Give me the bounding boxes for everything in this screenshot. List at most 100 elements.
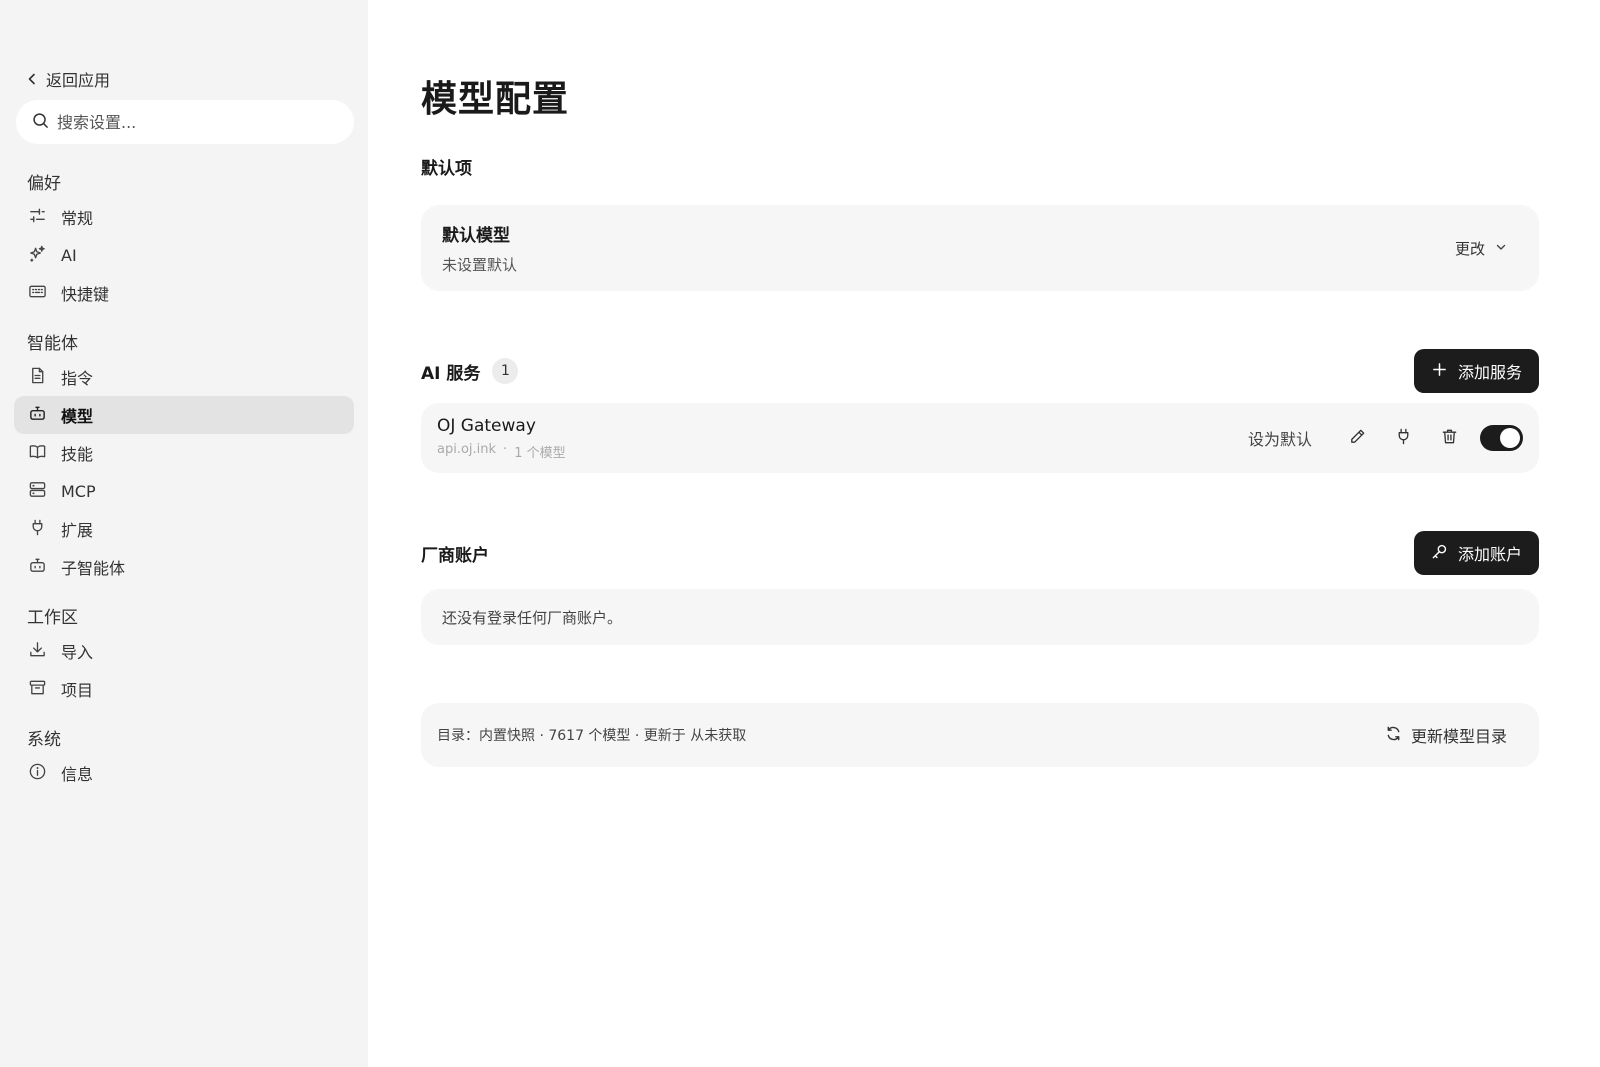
page-title: 模型配置	[421, 79, 570, 120]
set-default-button[interactable]: 设为默认	[1248, 426, 1312, 450]
group-title: 偏好	[27, 173, 61, 194]
group-title: 系统	[27, 729, 61, 750]
sidebar-item-label: AI	[61, 245, 77, 265]
services-header: AI 服务 1 添加服务	[421, 349, 1539, 393]
refresh-icon	[1385, 725, 1402, 746]
sidebar-item-mcp[interactable]: MCP	[14, 472, 354, 510]
vendor-empty-card: 还没有登录任何厂商账户。	[421, 589, 1539, 645]
sliders-icon	[28, 206, 47, 229]
default-model-value: 未设置默认	[442, 256, 518, 274]
vendors-section-title: 厂商账户	[421, 541, 489, 566]
sidebar-item-ai[interactable]: AI	[14, 236, 354, 274]
sidebar-item-label: 扩展	[61, 521, 94, 540]
nav-group-preferences: 偏好 常规 AI 快捷键	[14, 164, 354, 312]
section-title-text: AI 服务	[421, 363, 481, 384]
app-root: 返回应用 偏好 常规 AI	[0, 0, 1600, 1067]
sidebar-item-label: 快捷键	[61, 285, 110, 304]
back-to-app-link[interactable]: 返回应用	[14, 64, 354, 94]
server-icon	[28, 480, 47, 503]
sidebar-item-label: 模型	[61, 407, 94, 426]
sidebar-item-shortcuts[interactable]: 快捷键	[14, 274, 354, 312]
group-title: 智能体	[27, 333, 78, 354]
sidebar: 返回应用 偏好 常规 AI	[0, 0, 368, 1067]
nav-group-workspace: 工作区 导入 项目	[14, 598, 354, 708]
sparkles-icon	[28, 244, 47, 267]
catalog-card: 目录：内置快照 · 7617 个模型 · 更新于 从未获取 更新模型目录	[421, 703, 1539, 767]
plus-icon	[1431, 361, 1448, 382]
services-count-badge: 1	[492, 358, 519, 384]
service-info: OJ Gateway api.oj.ink · 1 个模型	[437, 416, 566, 461]
back-label: 返回应用	[46, 71, 111, 90]
sidebar-item-skills[interactable]: 技能	[14, 434, 354, 472]
plug-icon	[28, 518, 47, 541]
pencil-icon	[1348, 427, 1367, 450]
sidebar-item-models[interactable]: 模型	[14, 396, 354, 434]
vendors-header: 厂商账户 添加账户	[421, 531, 1539, 575]
toggle-knob	[1500, 428, 1520, 448]
catalog-status-text: 目录：内置快照 · 7617 个模型 · 更新于 从未获取	[437, 728, 747, 744]
defaults-section-title: 默认项	[421, 154, 1600, 179]
edit-service-button[interactable]	[1334, 419, 1380, 457]
section-title-text: 默认项	[421, 159, 472, 179]
search-input[interactable]	[57, 112, 338, 132]
default-model-label: 默认模型	[442, 226, 510, 246]
service-name: OJ Gateway	[437, 415, 536, 436]
sidebar-item-label: MCP	[61, 481, 96, 501]
add-service-button[interactable]: 添加服务	[1413, 349, 1539, 393]
nav-group-system: 系统 信息	[14, 720, 354, 792]
change-label: 更改	[1454, 239, 1485, 258]
sidebar-item-instructions[interactable]: 指令	[14, 358, 354, 396]
info-icon	[28, 762, 47, 785]
keyboard-icon	[28, 282, 47, 305]
sidebar-item-label: 子智能体	[61, 559, 126, 578]
service-host: api.oj.ink	[437, 441, 497, 457]
search-icon	[32, 112, 49, 133]
refresh-catalog-label: 更新模型目录	[1410, 727, 1507, 746]
refresh-catalog-button[interactable]: 更新模型目录	[1385, 723, 1507, 747]
chevron-down-icon	[1495, 239, 1507, 257]
sidebar-item-label: 导入	[61, 643, 94, 662]
service-row: OJ Gateway api.oj.ink · 1 个模型 设为默认	[421, 403, 1539, 473]
service-meta: api.oj.ink · 1 个模型	[437, 442, 566, 461]
meta-separator: ·	[503, 441, 508, 457]
vendor-empty-text: 还没有登录任何厂商账户。	[442, 608, 623, 627]
service-enabled-toggle[interactable]	[1480, 425, 1523, 451]
document-icon	[28, 366, 47, 389]
bot-icon	[28, 556, 47, 579]
plug-icon	[1394, 427, 1413, 450]
chevron-left-icon	[26, 70, 38, 89]
delete-service-button[interactable]	[1426, 419, 1472, 457]
sidebar-item-label: 技能	[61, 445, 94, 464]
key-icon	[1431, 543, 1448, 564]
add-service-label: 添加服务	[1457, 363, 1522, 382]
sidebar-item-extensions[interactable]: 扩展	[14, 510, 354, 548]
test-connection-button[interactable]	[1380, 419, 1426, 457]
sidebar-item-subagents[interactable]: 子智能体	[14, 548, 354, 586]
service-actions: 设为默认	[1248, 419, 1523, 457]
change-default-button[interactable]: 更改	[1455, 238, 1507, 259]
sidebar-item-import[interactable]: 导入	[14, 632, 354, 670]
bot-icon	[28, 404, 47, 427]
nav-group-agents: 智能体 指令 模型 技能 MCP 扩展 子智能体	[14, 324, 354, 586]
download-icon	[28, 640, 47, 663]
services-section-title: AI 服务 1	[421, 358, 519, 384]
book-icon	[28, 442, 47, 465]
archive-icon	[28, 678, 47, 701]
default-model-info: 默认模型 未设置默认	[442, 221, 517, 275]
sidebar-item-label: 信息	[61, 765, 94, 784]
sidebar-item-general[interactable]: 常规	[14, 198, 354, 236]
trash-icon	[1440, 427, 1459, 450]
sidebar-item-label: 指令	[61, 369, 94, 388]
search-box[interactable]	[16, 100, 354, 144]
group-title: 工作区	[27, 607, 78, 628]
sidebar-item-label: 项目	[61, 681, 94, 700]
service-model-count: 1 个模型	[514, 445, 566, 461]
add-account-label: 添加账户	[1457, 545, 1522, 564]
main-content: 模型配置 默认项 默认模型 未设置默认 更改 AI 服务 1 添加服务 OJ G…	[368, 0, 1600, 1067]
sidebar-item-projects[interactable]: 项目	[14, 670, 354, 708]
section-title-text: 厂商账户	[421, 545, 489, 566]
add-account-button[interactable]: 添加账户	[1413, 531, 1539, 575]
default-model-card: 默认模型 未设置默认 更改	[421, 205, 1539, 291]
sidebar-item-info[interactable]: 信息	[14, 754, 354, 792]
sidebar-item-label: 常规	[61, 209, 94, 228]
